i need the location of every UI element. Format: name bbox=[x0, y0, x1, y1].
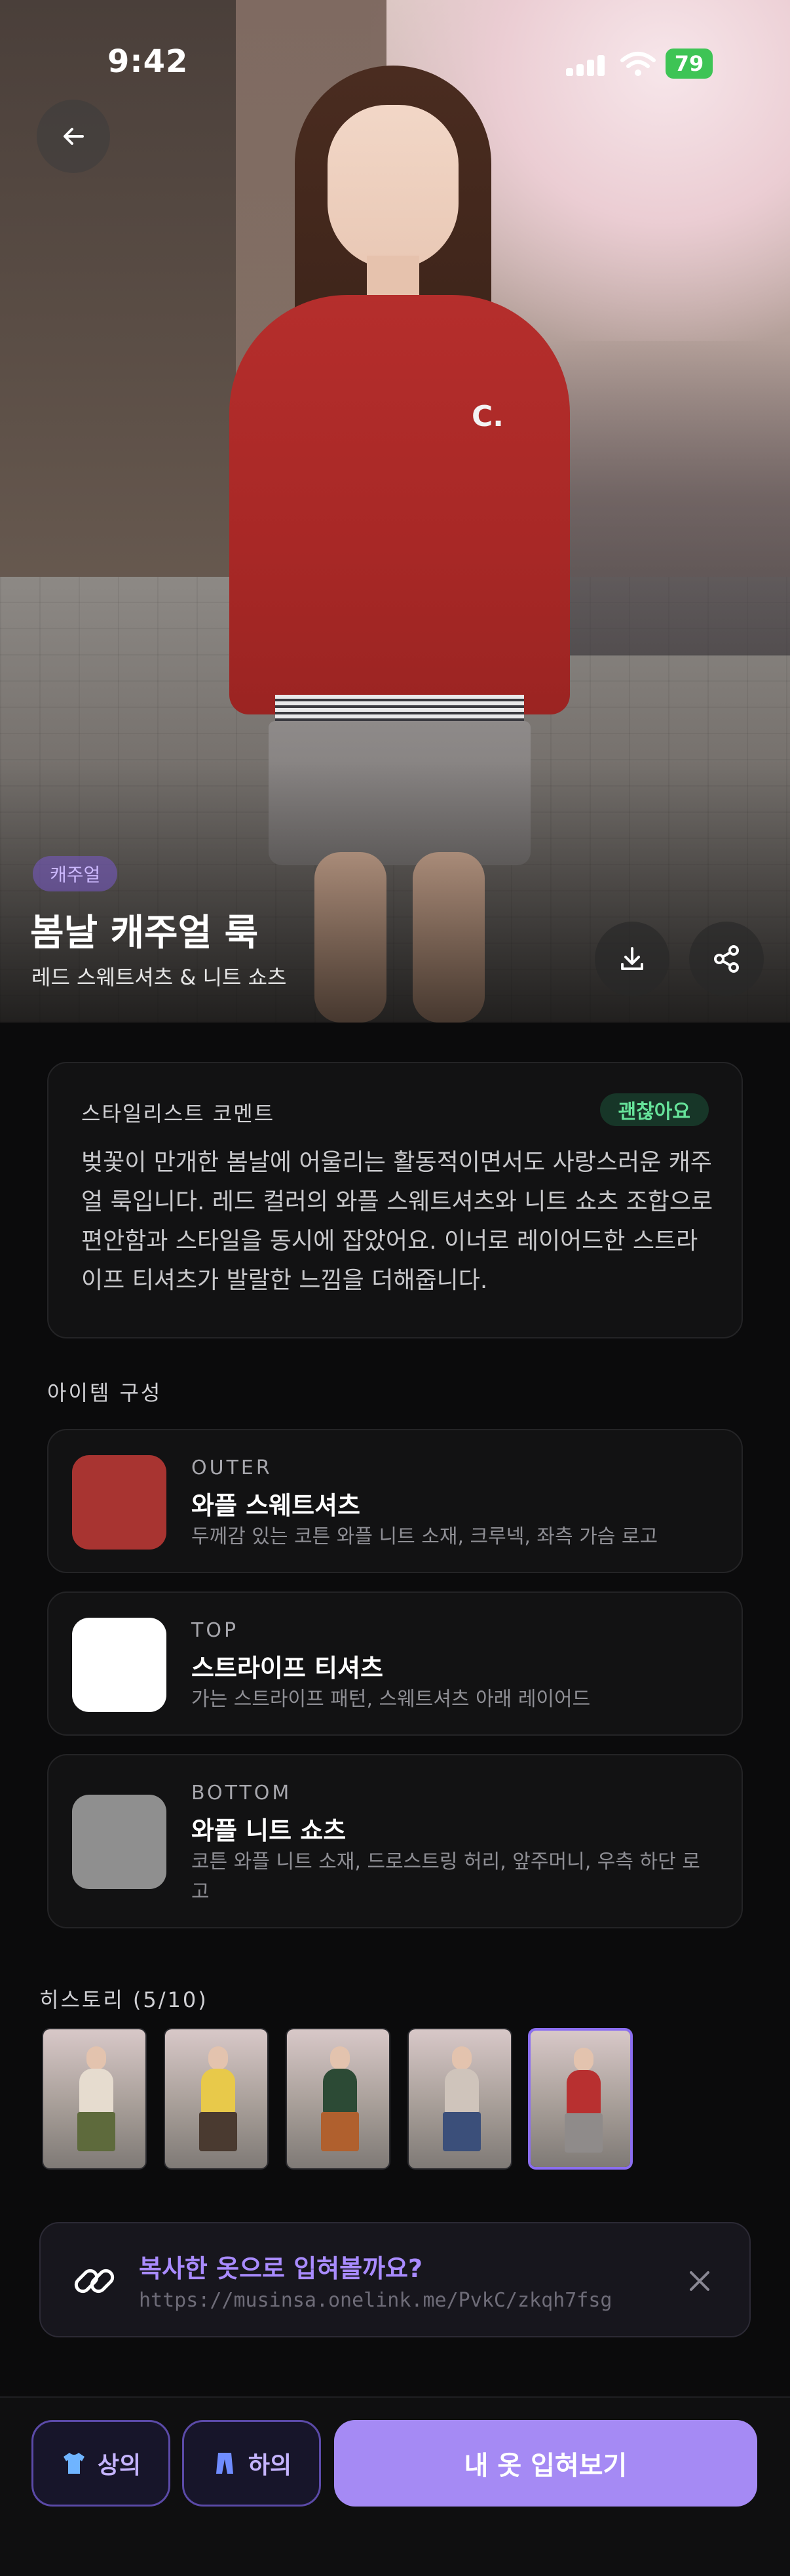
battery-indicator: 79 bbox=[666, 49, 713, 79]
red-sweatshirt bbox=[229, 295, 570, 714]
back-button[interactable] bbox=[37, 100, 110, 173]
building-left bbox=[0, 0, 236, 655]
items-section-label: 아이템 구성 bbox=[47, 1380, 162, 1405]
history-thumb-4[interactable] bbox=[407, 2028, 512, 2170]
item-description: 코튼 와플 니트 소재, 드로스트링 허리, 앞주머니, 우측 하단 로고 bbox=[191, 1850, 700, 1903]
item-card-top[interactable]: TOP 스트라이프 티셔츠 가는 스트라이프 패턴, 스웨트셔츠 아래 레이어드 bbox=[47, 1591, 743, 1736]
copied-link-prompt[interactable]: 복사한 옷으로 입혀볼까요? https://musinsa.onelink.m… bbox=[39, 2222, 751, 2337]
look-title: 봄날 캐주얼 룩 bbox=[30, 912, 259, 954]
history-thumb-5-selected[interactable] bbox=[528, 2028, 633, 2170]
history-thumb-2[interactable] bbox=[164, 2028, 269, 2170]
look-subtitle: 레드 스웨트셔츠 & 니트 쇼츠 bbox=[31, 965, 287, 990]
arrow-left-icon bbox=[64, 128, 84, 145]
download-button[interactable] bbox=[595, 922, 669, 996]
style-tag: 캐주얼 bbox=[33, 856, 118, 891]
history-thumb-1[interactable] bbox=[42, 2028, 147, 2170]
bottom-action-bar: 상의 하의 내 옷 입혀보기 bbox=[0, 2396, 790, 2576]
color-swatch bbox=[72, 1455, 166, 1550]
share-button[interactable] bbox=[689, 922, 764, 996]
link-prompt-title: 복사한 옷으로 입혀볼까요? bbox=[139, 2254, 423, 2283]
top-filter-button[interactable]: 상의 bbox=[31, 2420, 170, 2507]
hero-image bbox=[0, 0, 790, 1023]
link-url: https://musinsa.onelink.me/PvkC/zkqh7fsg bbox=[139, 2289, 612, 2312]
shirt-icon bbox=[63, 2453, 85, 2474]
status-time: 9:42 bbox=[107, 43, 189, 80]
item-category: TOP bbox=[191, 1619, 239, 1642]
history-thumb-3[interactable] bbox=[286, 2028, 390, 2170]
close-icon bbox=[690, 2271, 709, 2291]
status-bar: 9:42 79 bbox=[0, 0, 790, 92]
color-swatch bbox=[72, 1618, 166, 1712]
item-description: 가는 스트라이프 패턴, 스웨트셔츠 아래 레이어드 bbox=[191, 1688, 591, 1711]
item-category: OUTER bbox=[191, 1456, 273, 1479]
download-icon bbox=[621, 947, 643, 970]
share-icon bbox=[714, 945, 739, 973]
comment-text: 벚꽃이 만개한 봄날에 어울리는 활동적이면서도 사랑스러운 캐주얼 룩입니다.… bbox=[81, 1149, 713, 1294]
item-name: 와플 스웨트셔츠 bbox=[191, 1491, 360, 1520]
color-swatch bbox=[72, 1795, 166, 1889]
signal-icon bbox=[566, 54, 605, 76]
item-description: 두께감 있는 코튼 와플 니트 소재, 크루넥, 좌측 가슴 로고 bbox=[191, 1525, 658, 1548]
history-label: 히스토리 (5/10) bbox=[39, 1987, 208, 2012]
rating-badge: 괜찮아요 bbox=[599, 1093, 709, 1126]
item-name: 스트라이프 티셔츠 bbox=[191, 1654, 383, 1683]
item-card-outer[interactable]: OUTER 와플 스웨트셔츠 두께감 있는 코튼 와플 니트 소재, 크루넥, … bbox=[47, 1429, 743, 1573]
link-icon bbox=[74, 2269, 115, 2293]
item-card-bottom[interactable]: BOTTOM 와플 니트 쇼츠 코튼 와플 니트 소재, 드로스트링 허리, 앞… bbox=[47, 1754, 743, 1928]
stylist-comment-card: 스타일리스트 코멘트 괜찮아요 벚꽃이 만개한 봄날에 어울리는 활동적이면서도… bbox=[47, 1062, 743, 1338]
bottom-filter-button[interactable]: 하의 bbox=[182, 2420, 321, 2507]
item-name: 와플 니트 쇼츠 bbox=[191, 1816, 347, 1845]
item-category: BOTTOM bbox=[191, 1782, 292, 1805]
wifi-icon bbox=[620, 51, 656, 77]
history-strip bbox=[39, 2028, 760, 2175]
try-on-button[interactable]: 내 옷 입혀보기 bbox=[334, 2420, 757, 2507]
close-button[interactable] bbox=[679, 2260, 721, 2302]
comment-label: 스타일리스트 코멘트 bbox=[81, 1101, 275, 1126]
pants-icon bbox=[216, 2453, 233, 2474]
